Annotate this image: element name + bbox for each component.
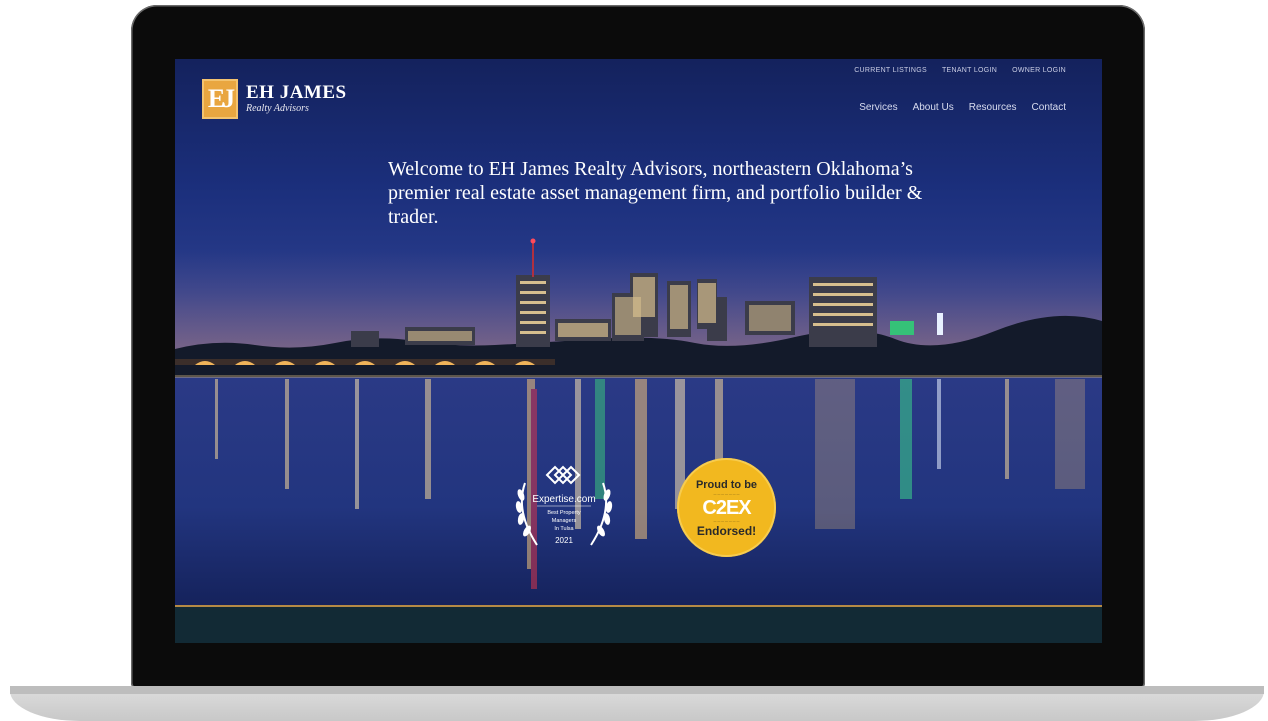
- hero-headline: Welcome to EH James Realty Advisors, nor…: [388, 158, 923, 228]
- c2ex-endorsement-badge[interactable]: Proud to be — — — — — — — C2EX — — — — —…: [677, 458, 776, 557]
- logo-name: EH JAMES: [246, 82, 347, 103]
- nav-owner-login[interactable]: OWNER LOGIN: [1012, 67, 1066, 74]
- logo-mark-icon: EJ: [202, 79, 238, 119]
- laptop-base: [10, 686, 1264, 721]
- c2ex-fine-print-top: — — — — — — —: [713, 492, 740, 496]
- main-nav: Services About Us Resources Contact: [859, 102, 1066, 113]
- expertise-line2: Managers: [552, 518, 577, 524]
- logo-tagline: Realty Advisors: [246, 103, 309, 114]
- c2ex-bottom-text: Endorsed!: [696, 524, 757, 538]
- laurel-wreath-icon: Expertise.com Best Property Managers In …: [515, 465, 613, 546]
- nav-resources[interactable]: Resources: [969, 102, 1017, 113]
- utility-nav: CURRENT LISTINGS TENANT LOGIN OWNER LOGI…: [854, 67, 1066, 74]
- c2ex-logo: C2EX: [702, 497, 751, 519]
- expertise-award-badge[interactable]: Expertise.com Best Property Managers In …: [509, 461, 619, 556]
- hero-footer-band: [175, 605, 1102, 643]
- nav-about-us[interactable]: About Us: [913, 102, 954, 113]
- expertise-brand: Expertise.com: [532, 494, 595, 505]
- nav-contact[interactable]: Contact: [1032, 102, 1066, 113]
- site-logo[interactable]: EJ EH JAMES Realty Advisors: [202, 79, 347, 119]
- nav-services[interactable]: Services: [859, 102, 897, 113]
- tulsa-skyline-night-photo: [175, 238, 1102, 643]
- expertise-year: 2021: [555, 536, 573, 545]
- expertise-line1: Best Property: [547, 510, 581, 516]
- c2ex-top-text: Proud to be: [695, 479, 758, 491]
- expertise-line3: In Tulsa: [554, 526, 574, 532]
- c2ex-fine-print-bottom: — — — — — — —: [713, 519, 740, 523]
- nav-current-listings[interactable]: CURRENT LISTINGS: [854, 67, 927, 74]
- website-screen: EJ EH JAMES Realty Advisors CURRENT LIST…: [175, 59, 1102, 643]
- nav-tenant-login[interactable]: TENANT LOGIN: [942, 67, 997, 74]
